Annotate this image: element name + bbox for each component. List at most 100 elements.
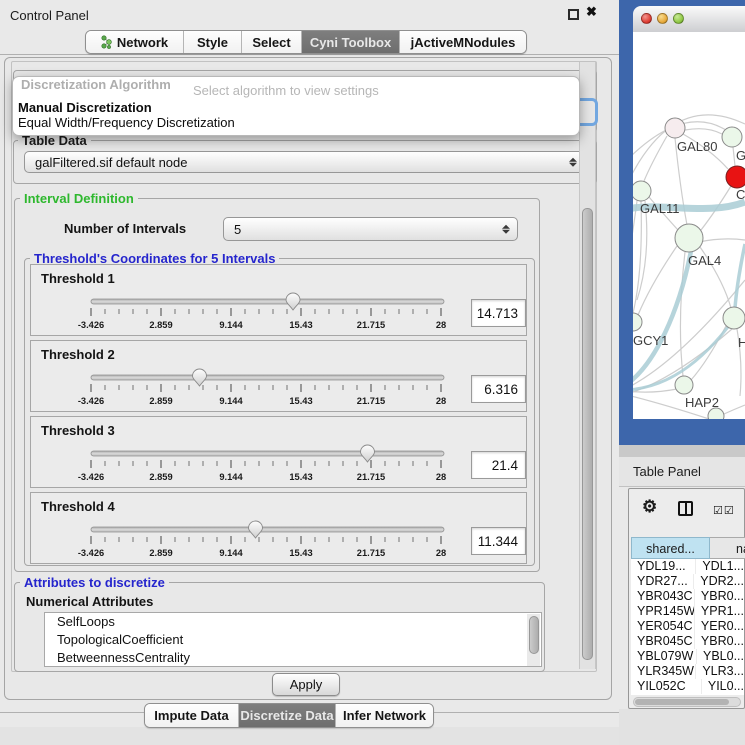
tab-jactivemnodules[interactable]: jActiveMNodules <box>399 31 526 53</box>
column-header-shared-name[interactable]: shared... <box>631 537 710 559</box>
column-header-name[interactable]: na <box>710 537 745 559</box>
slider-thumb[interactable] <box>192 369 206 386</box>
slider-track[interactable] <box>91 527 444 532</box>
network-node-h[interactable] <box>723 307 745 329</box>
cell-shared-name: YIL052C <box>631 679 701 694</box>
bottom-strip <box>0 727 619 745</box>
network-node-gcy1[interactable] <box>633 313 642 331</box>
node-label-gal4: GAL4 <box>688 253 721 268</box>
table-panel: ⚙ ☑☑ shared... na YDL19...YDL1...YDR27..… <box>628 488 745 709</box>
interval-definition-title: Interval Definition <box>20 191 138 206</box>
panel-scrollbar-thumb[interactable] <box>582 208 593 660</box>
table-rows: YDL19...YDL1...YDR27...YDR2...YBR043CYBR… <box>631 559 744 695</box>
slider-track[interactable] <box>91 299 444 304</box>
tick-label: -3.426 <box>78 396 104 406</box>
tab-select[interactable]: Select <box>241 31 301 53</box>
threshold-value-field[interactable]: 21.4 <box>471 451 526 479</box>
network-edge <box>699 239 745 242</box>
network-graph[interactable]: GAL80GACGAL11GAL4GCY1HHAP2 <box>633 32 745 419</box>
table-hscrollbar-thumb[interactable] <box>635 699 729 705</box>
slider-track[interactable] <box>91 451 444 456</box>
table-data-value: galFiltered.sif default node <box>35 155 187 170</box>
threshold-slider[interactable]: -3.4262.8599.14415.4321.71528 <box>31 287 528 333</box>
tab-style[interactable]: Style <box>183 31 241 53</box>
combo-arrows-icon <box>569 156 577 169</box>
tab-discretize-data[interactable]: Discretize Data <box>238 704 335 727</box>
attribute-item-selfloops[interactable]: SelfLoops <box>45 613 541 631</box>
slider-thumb[interactable] <box>360 445 374 462</box>
algorithm-option-manual-discretization[interactable]: Manual Discretization <box>16 100 576 115</box>
close-panel-icon[interactable]: ✖ <box>586 4 597 20</box>
table-row-ydr27[interactable]: YDR27...YDR2... <box>631 574 744 589</box>
tick-label: 2.859 <box>149 396 172 406</box>
threshold-row-3: Threshold 3-3.4262.8599.14415.4321.71528… <box>30 416 527 488</box>
slider-track[interactable] <box>91 375 444 380</box>
threshold-value-field[interactable]: 14.713 <box>471 299 526 327</box>
split-columns-icon[interactable] <box>678 501 693 516</box>
table-row-ybl079w[interactable]: YBL079WYBL0... <box>631 649 744 664</box>
tab-label: Select <box>252 35 290 50</box>
network-node-ga[interactable] <box>722 127 742 147</box>
attribute-item-topologicalcoefficient[interactable]: TopologicalCoefficient <box>45 631 541 649</box>
tab-impute-data[interactable]: Impute Data <box>145 704 238 727</box>
node-label-red: C <box>736 187 745 202</box>
attribute-item-betweennesscentrality[interactable]: BetweennessCentrality <box>45 649 541 667</box>
tick-label: 15.43 <box>289 320 312 330</box>
tick-label: 28 <box>436 396 446 406</box>
threshold-value-field[interactable]: 6.316 <box>471 375 526 403</box>
table-row-ydl19[interactable]: YDL19...YDL1... <box>631 559 744 574</box>
table-row-yer054c[interactable]: YER054CYER0... <box>631 619 744 634</box>
combo-arrows-icon <box>502 223 510 236</box>
table-settings-gear-icon[interactable]: ⚙ <box>642 497 657 517</box>
list-scrollbar[interactable] <box>527 614 540 667</box>
number-of-intervals-combobox[interactable]: 5 <box>223 217 518 241</box>
network-window-titlebar[interactable] <box>633 6 745 33</box>
panel-scrollbar[interactable] <box>579 62 596 669</box>
network-edge <box>644 136 667 181</box>
network-node-hap2[interactable] <box>675 376 693 394</box>
table-row-ylr345w[interactable]: YLR345WYLR3... <box>631 664 744 679</box>
control-panel: Control Panel ✖ NetworkStyleSelectCyni T… <box>0 0 619 745</box>
tab-cyni-toolbox[interactable]: Cyni Toolbox <box>301 31 399 53</box>
threshold-slider[interactable]: -3.4262.8599.14415.4321.71528 <box>31 439 528 485</box>
table-row-ybr045c[interactable]: YBR045CYBR0... <box>631 634 744 649</box>
network-node-s[interactable] <box>708 408 724 419</box>
algorithm-option-equal-width-frequency-discretization[interactable]: Equal Width/Frequency Discretization <box>16 115 576 130</box>
node-label-gal11: GAL11 <box>640 201 680 216</box>
apply-button[interactable]: Apply <box>272 673 340 696</box>
attributes-group-title: Attributes to discretize <box>20 575 169 590</box>
tick-label: -3.426 <box>78 548 104 558</box>
table-row-ypr145w[interactable]: YPR145WYPR1... <box>631 604 744 619</box>
tab-network[interactable]: Network <box>86 31 183 53</box>
threshold-slider[interactable]: -3.4262.8599.14415.4321.71528 <box>31 363 528 409</box>
tick-label: 15.43 <box>289 472 312 482</box>
network-canvas[interactable]: GAL80GACGAL11GAL4GCY1HHAP2 <box>633 32 745 419</box>
table-data-combobox[interactable]: galFiltered.sif default node <box>24 151 585 173</box>
table-hscrollbar[interactable] <box>633 697 741 707</box>
threshold-value-field[interactable]: 11.344 <box>471 527 526 555</box>
tab-infer-network[interactable]: Infer Network <box>335 704 433 727</box>
zoom-window-icon[interactable] <box>673 13 684 24</box>
slider-thumb[interactable] <box>248 521 262 538</box>
table-row-yil052c[interactable]: YIL052CYIL0... <box>631 679 744 694</box>
network-node-gal80[interactable] <box>665 118 685 138</box>
network-node-gal11[interactable] <box>633 181 651 201</box>
threshold-slider[interactable]: -3.4262.8599.14415.4321.71528 <box>31 515 528 561</box>
list-scrollbar-thumb[interactable] <box>529 616 539 654</box>
tick-label: -3.426 <box>78 472 104 482</box>
control-panel-tabs: NetworkStyle Select Cyni Toolbox jActiveMNo… <box>85 30 527 54</box>
float-panel-icon[interactable] <box>568 9 579 20</box>
network-node-gal4[interactable] <box>675 224 703 252</box>
close-window-icon[interactable] <box>641 13 652 24</box>
minimize-window-icon[interactable] <box>657 13 668 24</box>
network-node-red[interactable] <box>726 166 745 188</box>
slider-thumb[interactable] <box>286 293 300 310</box>
numerical-attributes-label: Numerical Attributes <box>26 594 153 609</box>
select-columns-icon[interactable]: ☑☑ <box>713 504 735 517</box>
cell-name: YDR2... <box>693 574 744 589</box>
cell-name: YIL0... <box>701 679 744 694</box>
tick-label: 2.859 <box>149 548 172 558</box>
network-edge <box>680 252 685 376</box>
table-row-ybr043c[interactable]: YBR043CYBR0... <box>631 589 744 604</box>
tab-label: Cyni Toolbox <box>310 35 391 50</box>
